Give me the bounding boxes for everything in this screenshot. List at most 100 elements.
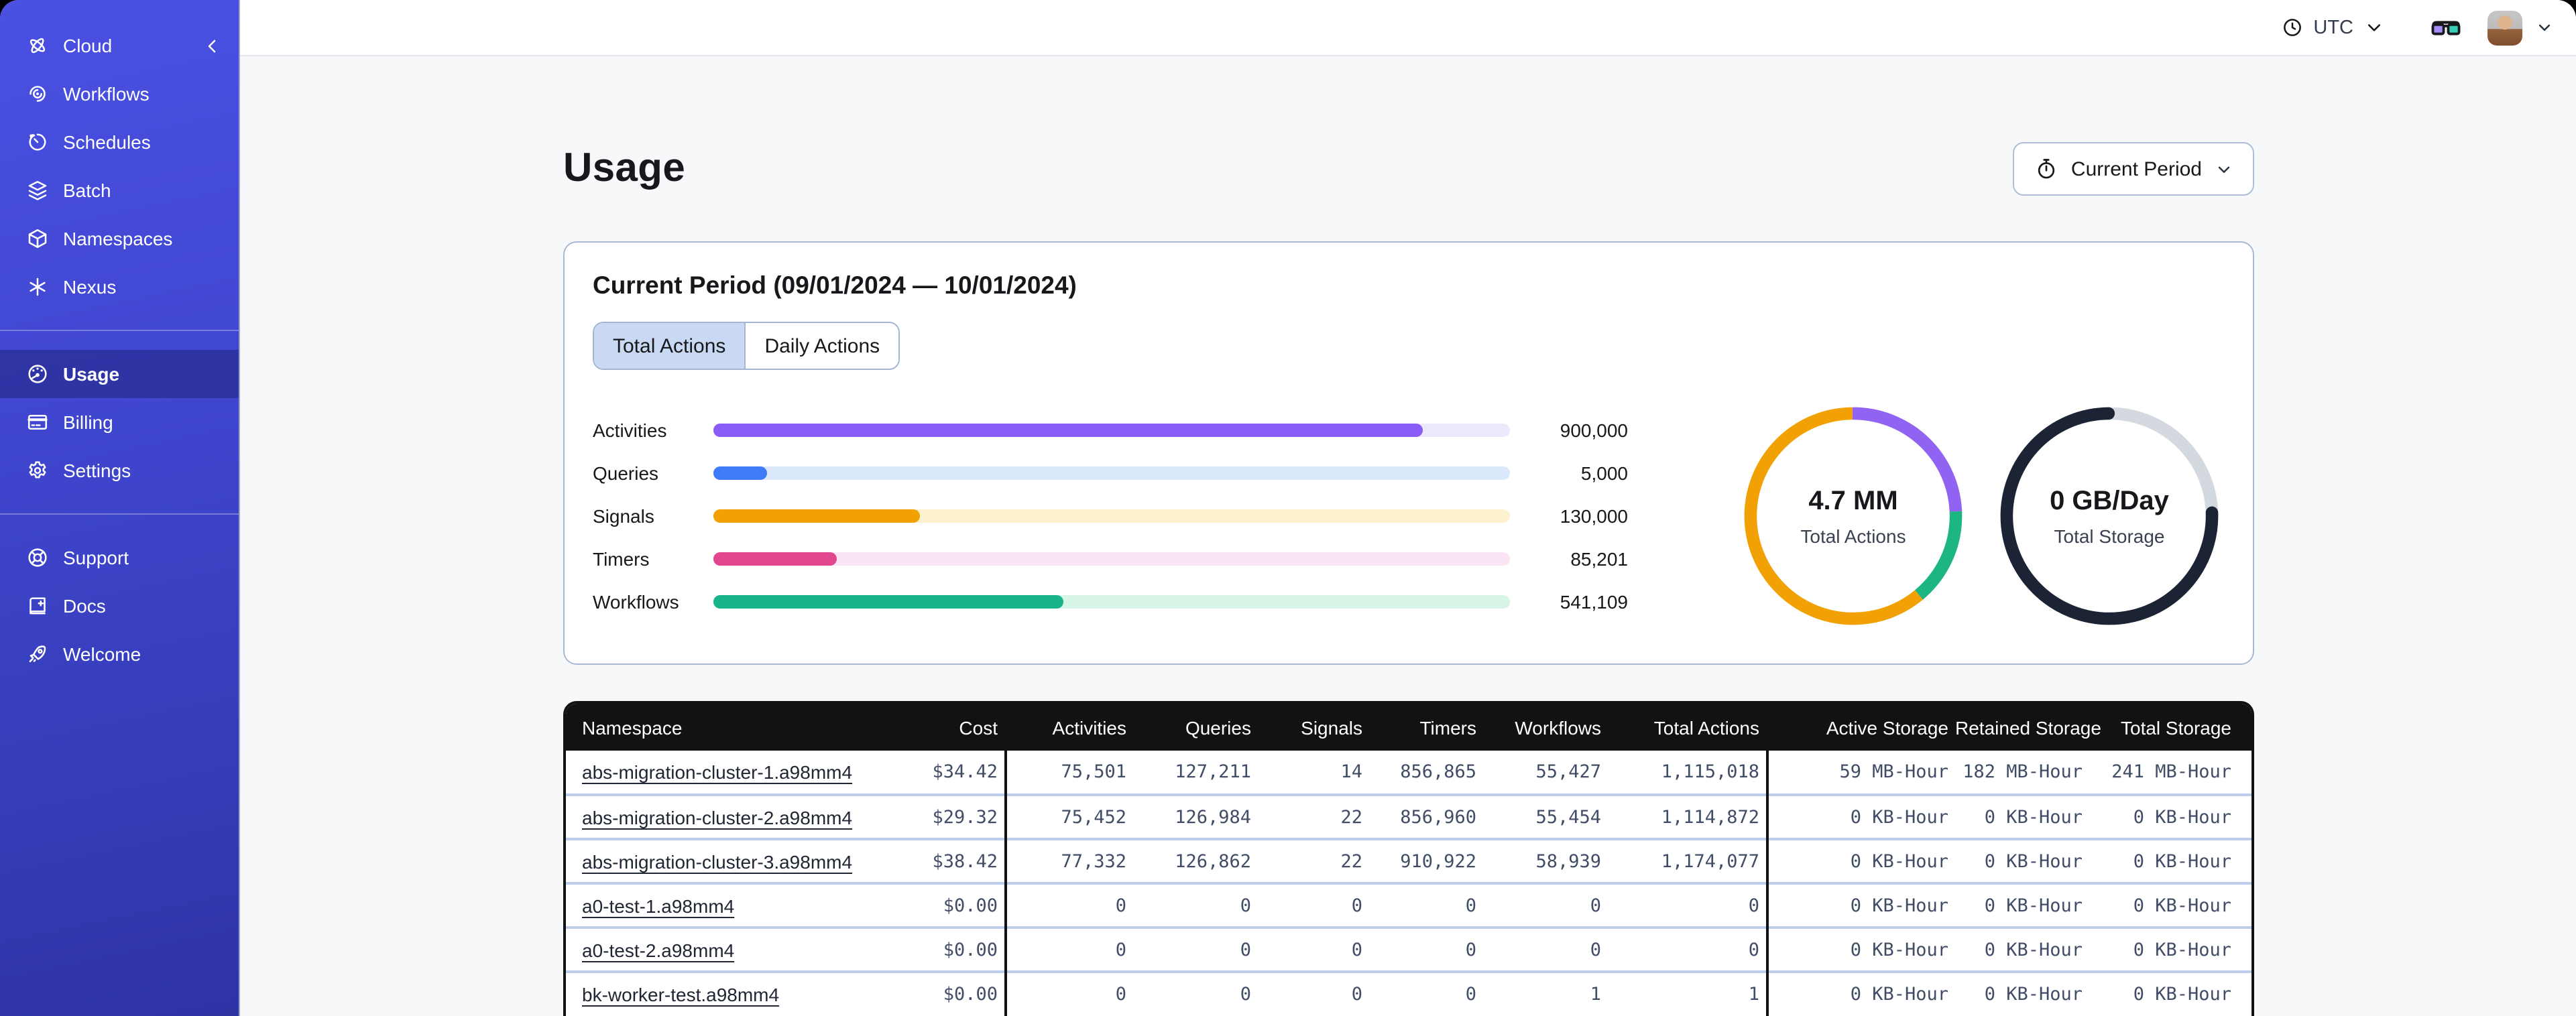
stopwatch-icon — [2038, 159, 2056, 179]
support-icon — [25, 546, 50, 570]
bar-track — [713, 595, 1510, 609]
sidebar-item-label: Billing — [63, 411, 113, 433]
sidebar-item-label: Support — [63, 547, 129, 568]
timezone-label: UTC — [2313, 17, 2353, 38]
bar-row-activities: Activities 900,000 — [593, 409, 1628, 452]
table-row: a0-test-1.a98mm4 $0.00 0 0 0 0 0 0 0 KB-… — [566, 882, 2251, 928]
bar-fill — [713, 509, 921, 523]
sidebar-divider — [0, 330, 239, 331]
col-workflows: Workflows — [1483, 704, 1608, 751]
table-header-row: Namespace Cost Activities Queries Signal… — [566, 704, 2251, 751]
chevron-down-icon — [2218, 166, 2230, 172]
batch-icon — [25, 178, 50, 202]
namespace-link[interactable]: a0-test-2.a98mm4 — [582, 939, 734, 960]
sidebar-item-namespaces[interactable]: Namespaces — [0, 214, 239, 263]
bar-label: Activities — [593, 420, 667, 441]
col-activities: Activities — [1004, 704, 1133, 751]
sidebar-item-batch[interactable]: Batch — [0, 166, 239, 214]
namespaces-icon — [25, 227, 50, 251]
col-total-storage: Total Storage — [2089, 704, 2251, 751]
sidebar-item-label: Schedules — [63, 131, 151, 153]
sidebar-item-label: Welcome — [63, 643, 141, 665]
sidebar: Cloud Workflows Schedules Batch Namespac… — [0, 0, 240, 1016]
namespace-link[interactable]: abs-migration-cluster-1.a98mm4 — [582, 761, 852, 783]
nexus-icon — [25, 275, 50, 299]
page-title: Usage — [563, 146, 686, 190]
billing-icon — [25, 410, 50, 434]
clock-icon — [2284, 19, 2302, 36]
sidebar-item-schedules[interactable]: Schedules — [0, 118, 239, 166]
bar-track — [713, 424, 1510, 437]
actions-tab-group: Total Actions Daily Actions — [593, 322, 900, 370]
bar-value: 85,201 — [1570, 548, 1628, 570]
sidebar-item-cloud[interactable]: Cloud — [0, 21, 239, 70]
bar-track — [713, 509, 1510, 523]
bar-value: 130,000 — [1560, 505, 1628, 527]
col-active-storage: Active Storage — [1766, 704, 1955, 751]
tab-daily-actions[interactable]: Daily Actions — [746, 323, 899, 369]
namespace-link[interactable]: bk-worker-test.a98mm4 — [582, 984, 779, 1005]
usage-bar-chart: Activities 900,000 Queries 5,000 Signals — [593, 409, 1628, 623]
sidebar-divider — [0, 513, 239, 515]
timezone-selector[interactable]: UTC — [2281, 16, 2386, 39]
namespace-link[interactable]: a0-test-1.a98mm4 — [582, 895, 734, 916]
col-signals: Signals — [1258, 704, 1369, 751]
bar-value: 541,109 — [1560, 591, 1628, 613]
namespace-link[interactable]: abs-migration-cluster-3.a98mm4 — [582, 850, 852, 872]
sidebar-item-settings[interactable]: Settings — [0, 446, 239, 495]
user-menu-button[interactable] — [2534, 17, 2555, 38]
col-total-actions: Total Actions — [1608, 704, 1767, 751]
usage-charts: Activities 900,000 Queries 5,000 Signals — [593, 401, 2225, 631]
bar-row-queries: Queries 5,000 — [593, 452, 1628, 495]
feedback-glasses-button[interactable] — [2430, 14, 2462, 41]
sidebar-collapse-button[interactable] — [202, 36, 223, 56]
bar-row-timers: Timers 85,201 — [593, 537, 1628, 580]
sidebar-item-label: Workflows — [63, 83, 150, 105]
sidebar-item-support[interactable]: Support — [0, 533, 239, 582]
total-storage-donut: 0 GB/Day Total Storage — [1994, 401, 2225, 631]
sidebar-item-usage[interactable]: Usage — [0, 350, 239, 398]
total-actions-value: 4.7 MM — [1808, 486, 1898, 515]
sidebar-item-welcome[interactable]: Welcome — [0, 630, 239, 678]
avatar[interactable] — [2487, 10, 2522, 45]
table-row: bk-worker-test.a98mm4 $0.00 0 0 0 0 1 1 … — [566, 970, 2251, 1016]
col-queries: Queries — [1133, 704, 1258, 751]
col-cost: Cost — [901, 704, 1006, 751]
bar-row-workflows: Workflows 541,109 — [593, 580, 1628, 623]
current-period-card: Current Period (09/01/2024 — 10/01/2024)… — [563, 241, 2254, 665]
period-selector-button[interactable]: Current Period — [2013, 142, 2254, 196]
sidebar-item-nexus[interactable]: Nexus — [0, 263, 239, 311]
sidebar-item-label: Docs — [63, 595, 106, 617]
sidebar-item-label: Namespaces — [63, 228, 173, 249]
bar-value: 900,000 — [1560, 420, 1628, 441]
bar-fill — [713, 552, 837, 566]
namespace-link[interactable]: abs-migration-cluster-2.a98mm4 — [582, 806, 852, 828]
sidebar-item-docs[interactable]: Docs — [0, 582, 239, 630]
bar-label: Workflows — [593, 591, 679, 613]
total-storage-value: 0 GB/Day — [2050, 486, 2169, 515]
settings-icon — [25, 458, 50, 483]
welcome-icon — [25, 642, 50, 666]
total-actions-label: Total Actions — [1800, 525, 1906, 546]
bar-label: Signals — [593, 505, 654, 527]
bar-row-signals: Signals 130,000 — [593, 495, 1628, 537]
col-retained-storage: Retained Storage — [1955, 704, 2101, 751]
col-timers: Timers — [1369, 704, 1483, 751]
sidebar-item-workflows[interactable]: Workflows — [0, 70, 239, 118]
usage-icon — [25, 362, 50, 386]
sidebar-item-label: Usage — [63, 363, 120, 385]
docs-icon — [25, 594, 50, 618]
sidebar-item-billing[interactable]: Billing — [0, 398, 239, 446]
tab-total-actions[interactable]: Total Actions — [594, 323, 746, 369]
col-namespace: Namespace — [566, 704, 901, 751]
schedules-icon — [25, 130, 50, 154]
donut-charts: 4.7 MM Total Actions 0 GB/Day Total Stor… — [1738, 401, 2225, 631]
bar-fill — [713, 466, 767, 480]
table-row: abs-migration-cluster-1.a98mm4 $34.42 75… — [566, 751, 2251, 795]
bar-track — [713, 466, 1510, 480]
workflows-icon — [25, 82, 50, 106]
table-row: a0-test-2.a98mm4 $0.00 0 0 0 0 0 0 0 KB-… — [566, 926, 2251, 972]
sidebar-item-label: Batch — [63, 180, 111, 201]
glasses-icon — [2431, 20, 2461, 35]
total-actions-donut: 4.7 MM Total Actions — [1738, 401, 1969, 631]
